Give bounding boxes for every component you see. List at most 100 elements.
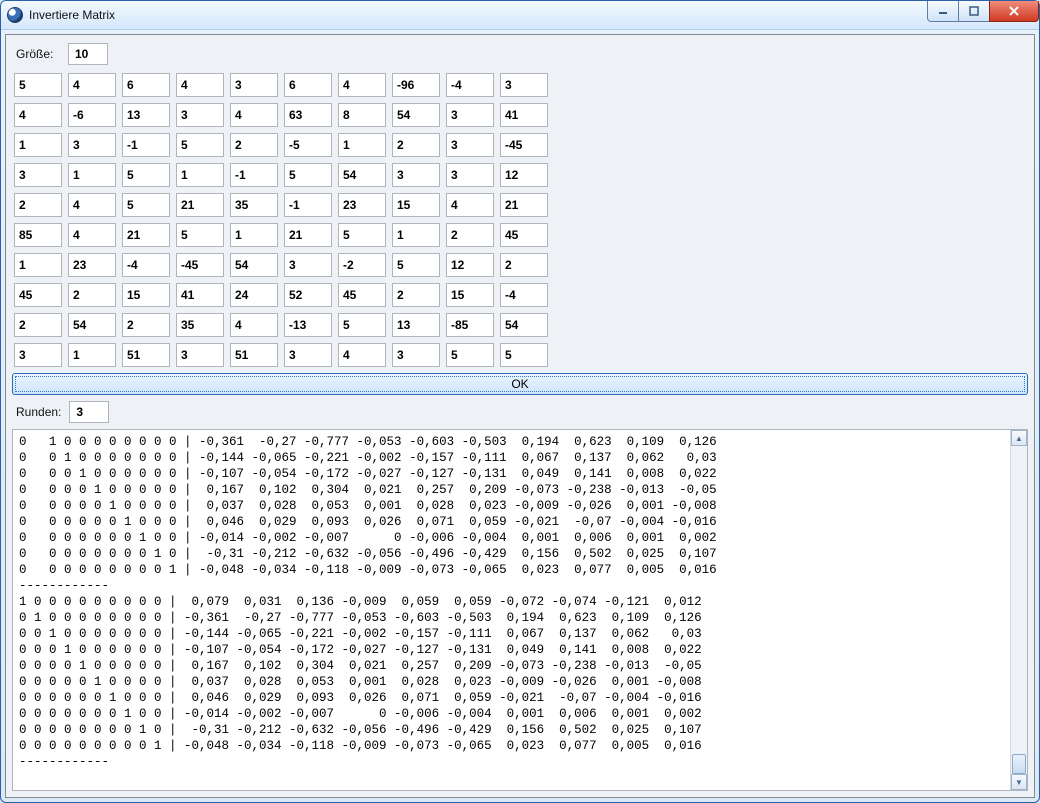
matrix-cell-3-0[interactable] [14, 163, 62, 187]
matrix-cell-9-6[interactable] [338, 343, 386, 367]
minimize-button[interactable] [927, 1, 959, 22]
matrix-cell-5-0[interactable] [14, 223, 62, 247]
matrix-cell-3-1[interactable] [68, 163, 116, 187]
matrix-cell-8-0[interactable] [14, 313, 62, 337]
matrix-cell-5-9[interactable] [500, 223, 548, 247]
matrix-cell-1-3[interactable] [176, 103, 224, 127]
matrix-cell-6-8[interactable] [446, 253, 494, 277]
matrix-cell-1-1[interactable] [68, 103, 116, 127]
matrix-cell-9-2[interactable] [122, 343, 170, 367]
matrix-cell-0-4[interactable] [230, 73, 278, 97]
matrix-cell-3-2[interactable] [122, 163, 170, 187]
matrix-cell-5-8[interactable] [446, 223, 494, 247]
round-input[interactable] [69, 401, 109, 423]
matrix-cell-5-6[interactable] [338, 223, 386, 247]
matrix-cell-0-8[interactable] [446, 73, 494, 97]
matrix-cell-9-7[interactable] [392, 343, 440, 367]
matrix-cell-2-5[interactable] [284, 133, 332, 157]
matrix-cell-2-8[interactable] [446, 133, 494, 157]
matrix-cell-5-4[interactable] [230, 223, 278, 247]
matrix-cell-1-5[interactable] [284, 103, 332, 127]
matrix-cell-4-9[interactable] [500, 193, 548, 217]
matrix-cell-3-3[interactable] [176, 163, 224, 187]
matrix-cell-3-5[interactable] [284, 163, 332, 187]
matrix-cell-4-2[interactable] [122, 193, 170, 217]
maximize-button[interactable] [958, 1, 990, 22]
matrix-cell-8-4[interactable] [230, 313, 278, 337]
matrix-cell-1-6[interactable] [338, 103, 386, 127]
matrix-cell-8-5[interactable] [284, 313, 332, 337]
matrix-cell-2-4[interactable] [230, 133, 278, 157]
matrix-cell-1-4[interactable] [230, 103, 278, 127]
matrix-cell-8-1[interactable] [68, 313, 116, 337]
matrix-cell-7-7[interactable] [392, 283, 440, 307]
matrix-cell-9-8[interactable] [446, 343, 494, 367]
titlebar[interactable]: Invertiere Matrix [1, 1, 1039, 30]
matrix-cell-6-3[interactable] [176, 253, 224, 277]
matrix-cell-4-7[interactable] [392, 193, 440, 217]
size-input[interactable] [68, 43, 108, 65]
matrix-cell-3-6[interactable] [338, 163, 386, 187]
matrix-cell-7-5[interactable] [284, 283, 332, 307]
matrix-cell-1-7[interactable] [392, 103, 440, 127]
matrix-cell-8-2[interactable] [122, 313, 170, 337]
matrix-cell-4-8[interactable] [446, 193, 494, 217]
matrix-cell-9-9[interactable] [500, 343, 548, 367]
output-scrollbar[interactable]: ▲ ▼ [1010, 430, 1027, 790]
matrix-cell-7-0[interactable] [14, 283, 62, 307]
scroll-up-button[interactable]: ▲ [1011, 430, 1027, 446]
matrix-cell-4-6[interactable] [338, 193, 386, 217]
matrix-cell-7-8[interactable] [446, 283, 494, 307]
matrix-cell-1-2[interactable] [122, 103, 170, 127]
matrix-cell-5-5[interactable] [284, 223, 332, 247]
matrix-cell-8-8[interactable] [446, 313, 494, 337]
matrix-cell-0-5[interactable] [284, 73, 332, 97]
matrix-cell-7-1[interactable] [68, 283, 116, 307]
matrix-cell-6-9[interactable] [500, 253, 548, 277]
matrix-cell-9-4[interactable] [230, 343, 278, 367]
matrix-cell-4-3[interactable] [176, 193, 224, 217]
matrix-cell-0-3[interactable] [176, 73, 224, 97]
matrix-cell-7-3[interactable] [176, 283, 224, 307]
matrix-cell-3-7[interactable] [392, 163, 440, 187]
matrix-cell-7-4[interactable] [230, 283, 278, 307]
ok-button[interactable]: OK [12, 373, 1028, 395]
matrix-cell-4-4[interactable] [230, 193, 278, 217]
matrix-cell-6-2[interactable] [122, 253, 170, 277]
matrix-cell-5-1[interactable] [68, 223, 116, 247]
matrix-cell-6-4[interactable] [230, 253, 278, 277]
matrix-cell-5-2[interactable] [122, 223, 170, 247]
matrix-cell-0-0[interactable] [14, 73, 62, 97]
matrix-cell-5-7[interactable] [392, 223, 440, 247]
matrix-cell-6-5[interactable] [284, 253, 332, 277]
scroll-track[interactable] [1011, 446, 1027, 774]
close-button[interactable] [989, 1, 1039, 22]
matrix-cell-2-7[interactable] [392, 133, 440, 157]
matrix-cell-8-6[interactable] [338, 313, 386, 337]
matrix-cell-4-5[interactable] [284, 193, 332, 217]
matrix-cell-8-7[interactable] [392, 313, 440, 337]
matrix-cell-1-8[interactable] [446, 103, 494, 127]
matrix-cell-6-6[interactable] [338, 253, 386, 277]
matrix-cell-6-7[interactable] [392, 253, 440, 277]
matrix-cell-4-1[interactable] [68, 193, 116, 217]
matrix-cell-8-9[interactable] [500, 313, 548, 337]
matrix-cell-3-9[interactable] [500, 163, 548, 187]
matrix-cell-1-0[interactable] [14, 103, 62, 127]
matrix-cell-0-2[interactable] [122, 73, 170, 97]
matrix-cell-6-1[interactable] [68, 253, 116, 277]
matrix-cell-1-9[interactable] [500, 103, 548, 127]
matrix-cell-9-1[interactable] [68, 343, 116, 367]
matrix-cell-2-3[interactable] [176, 133, 224, 157]
matrix-cell-0-7[interactable] [392, 73, 440, 97]
matrix-cell-7-6[interactable] [338, 283, 386, 307]
matrix-cell-4-0[interactable] [14, 193, 62, 217]
matrix-cell-6-0[interactable] [14, 253, 62, 277]
matrix-cell-3-4[interactable] [230, 163, 278, 187]
matrix-cell-2-2[interactable] [122, 133, 170, 157]
matrix-cell-0-9[interactable] [500, 73, 548, 97]
matrix-cell-9-3[interactable] [176, 343, 224, 367]
output-text[interactable]: 0 1 0 0 0 0 0 0 0 0 | -0,361 -0,27 -0,77… [13, 430, 1011, 790]
matrix-cell-2-1[interactable] [68, 133, 116, 157]
matrix-cell-0-6[interactable] [338, 73, 386, 97]
